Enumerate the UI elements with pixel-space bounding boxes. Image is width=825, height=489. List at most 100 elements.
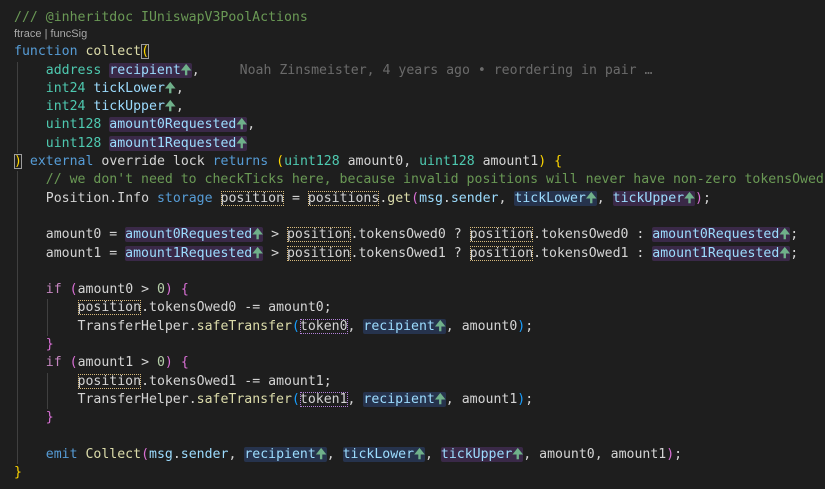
code-line[interactable]: int24 tickUpper🠉,	[0, 98, 825, 117]
global-var: msg	[149, 446, 173, 462]
return-var: amount1	[610, 446, 667, 462]
indent-guide	[47, 299, 48, 318]
type-keyword: int24	[45, 80, 86, 96]
param-amount0-requested: amount0Requested🠉	[109, 117, 248, 133]
param-arrow-icon: 🠉	[414, 446, 425, 462]
return-var: amount0	[268, 300, 324, 316]
local-var-position: position	[469, 227, 534, 243]
blank-line	[0, 427, 825, 446]
code-line[interactable]: /// @inheritdoc IUniswapV3PoolActions	[0, 9, 825, 27]
code-line[interactable]: }	[0, 336, 825, 355]
return-var: amount1	[268, 373, 324, 389]
type-keyword: address	[45, 62, 102, 78]
git-blame-annotation: Noah Zinsmeister, 4 years ago • reorderi…	[239, 62, 653, 78]
code-line[interactable]: address recipient🠉, Noah Zinsmeister, 4 y…	[0, 61, 825, 80]
code-lens: ftrace | funcSig	[0, 27, 825, 41]
type-keyword: uint128	[419, 154, 475, 170]
type-keyword: int24	[45, 99, 86, 115]
struct-field: tokensOwed1	[541, 245, 629, 261]
param-amount1-requested: amount1Requested🠉	[125, 245, 264, 261]
return-var: amount0	[77, 282, 134, 298]
param-tick-upper: tickUpper🠉	[440, 446, 524, 462]
modifier: override	[101, 154, 165, 170]
library-name: TransferHelper	[77, 391, 189, 407]
param-recipient: recipient🠉	[363, 318, 446, 334]
param-tick-lower: tickLower🠉	[514, 190, 597, 206]
indent-guide	[17, 427, 18, 446]
code-line[interactable]: amount0 = amount0Requested🠉 > position.t…	[0, 226, 825, 245]
param-arrow-icon: 🠉	[585, 190, 597, 206]
indent-guide	[47, 372, 48, 391]
indent-guide	[17, 189, 18, 208]
struct-field: tokensOwed0	[541, 227, 629, 243]
param-arrow-icon: 🠉	[684, 190, 696, 206]
indent-guide	[17, 244, 18, 263]
code-line[interactable]: uint128 amount0Requested🠉,	[0, 116, 825, 135]
return-var: amount0	[461, 318, 518, 334]
indent-guide	[17, 116, 18, 135]
code-line[interactable]: function collect(	[0, 43, 825, 61]
param-arrow-icon: 🠉	[779, 245, 791, 261]
param-arrow-icon: 🠉	[252, 245, 264, 261]
code-lens-ftrace[interactable]: ftrace	[14, 28, 42, 40]
keyword: returns	[212, 154, 269, 170]
param-arrow-icon: 🠉	[512, 446, 524, 462]
param-arrow-icon: 🠉	[779, 227, 791, 243]
number-literal: 0	[156, 355, 165, 371]
library-name: Position	[45, 190, 110, 206]
code-line[interactable]: position.tokensOwed1 -= amount1;	[0, 372, 825, 391]
indent-guide	[17, 372, 18, 391]
code-line[interactable]: emit Collect(msg.sender, recipient🠉, tic…	[0, 445, 825, 465]
indent-guide	[17, 409, 18, 428]
param-arrow-icon: 🠉	[164, 80, 176, 96]
indent-guide	[17, 226, 18, 245]
code-lens-funcsig[interactable]: funcSig	[51, 28, 88, 40]
indent-guide	[17, 445, 18, 465]
code-line[interactable]: }	[0, 464, 825, 482]
indent-guide	[17, 281, 18, 300]
keyword: storage	[156, 190, 213, 206]
return-var: amount0	[45, 227, 102, 243]
code-line[interactable]: // we don't need to checkTicks here, bec…	[0, 171, 825, 190]
code-line[interactable]: if (amount0 > 0) {	[0, 281, 825, 300]
indent-guide	[17, 299, 18, 318]
function-name: collect	[85, 44, 142, 60]
indent-guide	[47, 317, 48, 337]
param-recipient: recipient🠉	[363, 391, 446, 407]
code-editor[interactable]: /// @inheritdoc IUniswapV3PoolActions ft…	[0, 0, 825, 489]
local-var-position: position	[286, 227, 351, 243]
param-amount0-requested: amount0Requested🠉	[125, 227, 264, 243]
blank-line	[0, 262, 825, 282]
keyword: function	[14, 44, 78, 60]
struct-field: tokensOwed0	[149, 300, 237, 316]
return-var: amount0	[347, 154, 404, 170]
code-line[interactable]: ) external override lock returns (uint12…	[0, 153, 825, 171]
param-amount0-requested: amount0Requested🠉	[652, 227, 791, 243]
number-literal: 0	[156, 282, 165, 298]
code-line[interactable]: Position.Info storage position = positio…	[0, 189, 825, 208]
indent-guide	[47, 390, 48, 410]
return-var: amount1	[482, 154, 539, 170]
param-amount1-requested: amount1Requested🠉	[652, 245, 791, 261]
keyword: if	[45, 355, 62, 371]
code-line[interactable]: }	[0, 409, 825, 428]
function-call: safeTransfer	[196, 391, 292, 407]
code-line[interactable]: if (amount1 > 0) {	[0, 354, 825, 373]
struct-name: Info	[117, 190, 150, 206]
code-line[interactable]: TransferHelper.safeTransfer(token1, reci…	[0, 390, 825, 410]
code-line[interactable]: position.tokensOwed0 -= amount0;	[0, 299, 825, 318]
code-comment: // we don't need to checkTicks here, bec…	[45, 172, 825, 188]
code-line[interactable]: uint128 amount1Requested🠉	[0, 134, 825, 154]
indent-guide	[17, 79, 18, 99]
code-line[interactable]: int24 tickLower🠉,	[0, 79, 825, 99]
bracket: }	[14, 465, 22, 481]
param-tick-lower: tickLower🠉	[93, 80, 176, 96]
modifier: external	[29, 154, 94, 170]
code-lens-separator: |	[41, 28, 51, 41]
param-arrow-icon: 🠉	[236, 135, 248, 151]
indent-guide	[17, 354, 18, 373]
code-line[interactable]: TransferHelper.safeTransfer(token0, reci…	[0, 317, 825, 337]
param-tick-upper: tickUpper🠉	[93, 99, 176, 115]
param-amount1-requested: amount1Requested🠉	[109, 135, 248, 151]
code-line[interactable]: amount1 = amount1Requested🠉 > position.t…	[0, 244, 825, 263]
